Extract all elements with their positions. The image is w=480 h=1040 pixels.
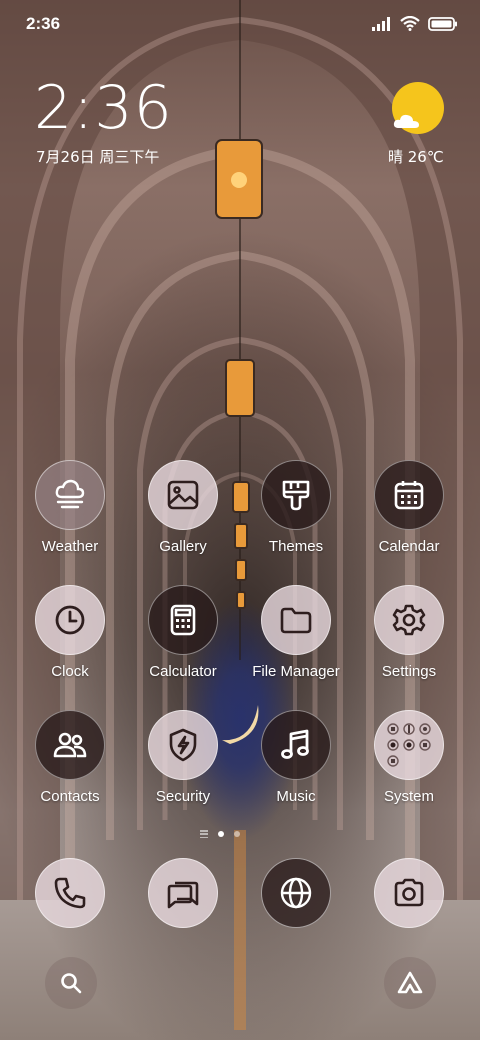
status-time: 2:36	[26, 14, 61, 33]
clock-widget-date[interactable]: 7月26日 周三下午	[36, 146, 159, 167]
clock-icon[interactable]	[35, 585, 105, 655]
app-file-manager[interactable]: File Manager	[240, 585, 352, 680]
page-indicator	[200, 830, 240, 838]
gallery-icon[interactable]	[148, 460, 218, 530]
app-weather[interactable]: Weather	[14, 460, 126, 555]
weather-condition[interactable]: 晴 26℃	[388, 146, 444, 167]
app-themes[interactable]: Themes	[240, 460, 352, 555]
app-settings[interactable]: Settings	[353, 585, 465, 680]
weather-icon[interactable]	[35, 460, 105, 530]
calendar-icon[interactable]	[374, 460, 444, 530]
app-calendar[interactable]: Calendar	[353, 460, 465, 555]
app-label-settings: Settings	[381, 663, 437, 680]
app-label-system: System	[383, 788, 434, 805]
app-label-contacts: Contacts	[40, 788, 100, 805]
contacts-icon[interactable]	[35, 710, 105, 780]
status-icons	[372, 16, 458, 31]
cloud-icon	[393, 114, 419, 128]
app-music[interactable]: Music	[240, 710, 352, 805]
calculator-icon[interactable]	[148, 585, 218, 655]
dock-messages[interactable]	[148, 858, 218, 928]
search-button[interactable]	[45, 957, 97, 1009]
app-label-security: Security	[155, 788, 211, 805]
system-folder-icon[interactable]	[374, 710, 444, 780]
gear-icon[interactable]	[374, 585, 444, 655]
shield-icon[interactable]	[148, 710, 218, 780]
themes-brush-icon[interactable]	[261, 460, 331, 530]
signal-icon	[372, 16, 390, 31]
assistant-button[interactable]	[384, 957, 436, 1009]
wifi-icon	[400, 16, 420, 31]
folder-icon[interactable]	[261, 585, 331, 655]
page-dot-2[interactable]	[234, 831, 240, 837]
phone-icon	[54, 877, 86, 909]
page-dot-1[interactable]	[218, 831, 224, 837]
dock-phone[interactable]	[35, 858, 105, 928]
page-list-icon[interactable]	[200, 830, 208, 838]
messages-icon	[167, 881, 199, 909]
app-clock[interactable]: Clock	[14, 585, 126, 680]
app-label-themes: Themes	[268, 538, 324, 555]
app-label-calculator: Calculator	[149, 663, 217, 680]
app-label-calendar: Calendar	[378, 538, 440, 555]
browser-globe-icon	[280, 877, 312, 909]
search-icon	[61, 973, 82, 994]
dock-camera[interactable]	[374, 858, 444, 928]
app-label-gallery: Gallery	[159, 538, 207, 555]
status-bar: 2:36	[0, 0, 480, 48]
clock-widget-time[interactable]: 2:36	[34, 78, 173, 138]
app-calculator[interactable]: Calculator	[127, 585, 239, 680]
app-label-file-manager: File Manager	[252, 663, 340, 680]
battery-icon	[428, 16, 457, 31]
camera-icon	[394, 878, 424, 907]
app-system-folder[interactable]: System	[353, 710, 465, 805]
app-security[interactable]: Security	[127, 710, 239, 805]
app-label-clock: Clock	[51, 663, 89, 680]
app-label-weather: Weather	[41, 538, 99, 555]
assistant-icon	[397, 971, 423, 994]
app-label-music: Music	[276, 788, 316, 805]
dock-browser[interactable]	[261, 858, 331, 928]
app-gallery[interactable]: Gallery	[127, 460, 239, 555]
music-note-icon[interactable]	[261, 710, 331, 780]
app-contacts[interactable]: Contacts	[14, 710, 126, 805]
